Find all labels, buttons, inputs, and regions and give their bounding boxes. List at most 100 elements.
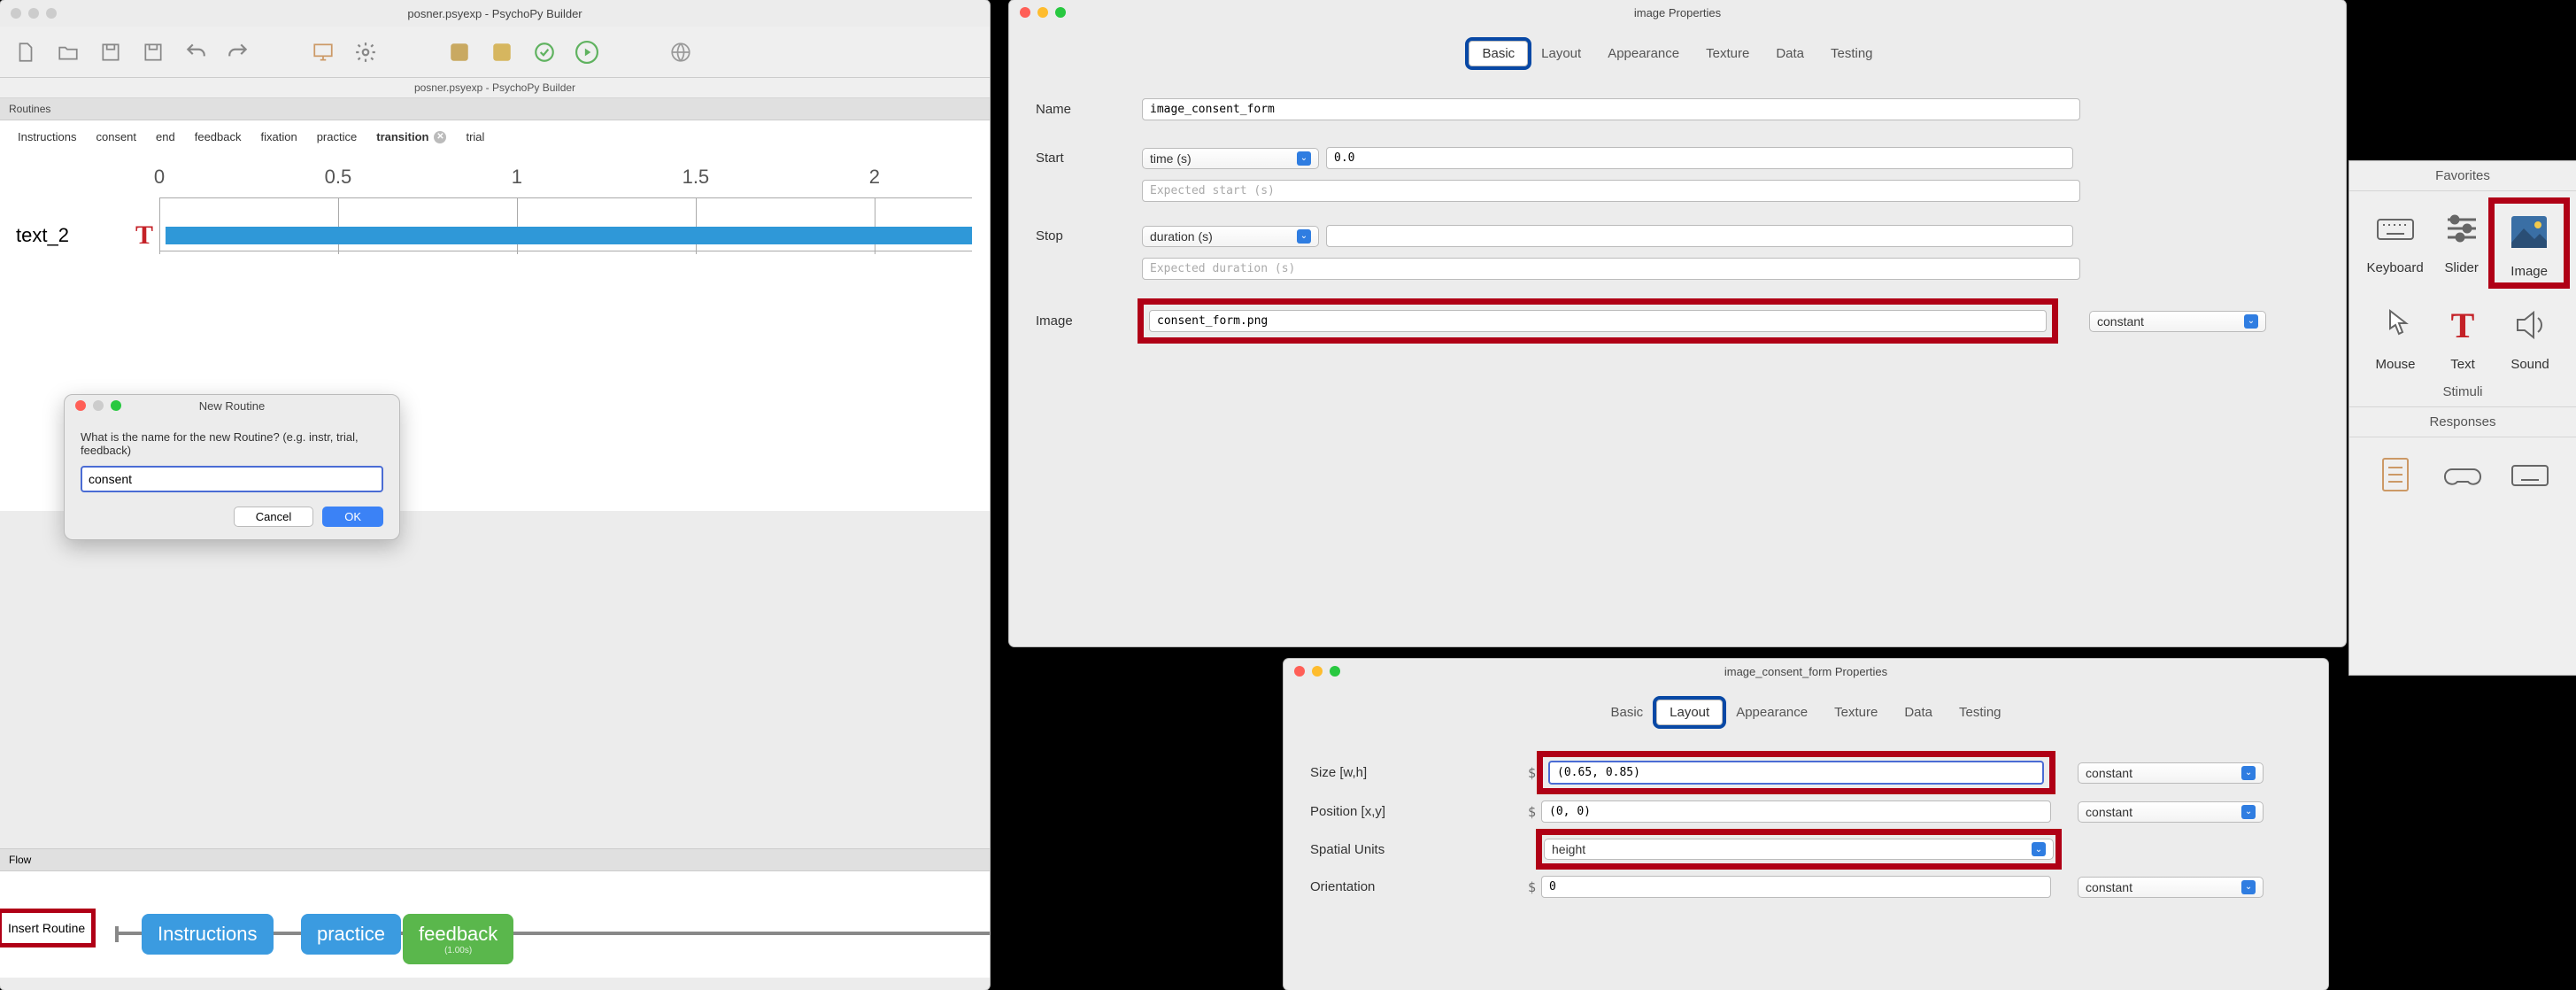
- expected-duration-input[interactable]: [1142, 258, 2080, 280]
- favorites-category-label: Favorites: [2349, 161, 2576, 191]
- position-input[interactable]: [1541, 801, 2051, 823]
- stop-value-input[interactable]: [1326, 225, 2073, 247]
- undo-icon[interactable]: [182, 39, 209, 66]
- component-image[interactable]: Image: [2495, 204, 2564, 282]
- tab-appearance[interactable]: Appearance: [1594, 41, 1693, 66]
- image-path-input[interactable]: [1149, 310, 2047, 332]
- tab-trial[interactable]: trial: [457, 126, 493, 148]
- tab-basic[interactable]: Basic: [1597, 700, 1656, 725]
- mouse-icon: [2371, 300, 2420, 350]
- component-slider[interactable]: Slider: [2428, 204, 2495, 282]
- cancel-button[interactable]: Cancel: [234, 507, 313, 527]
- globe-icon[interactable]: [667, 39, 694, 66]
- monitor-icon[interactable]: [310, 39, 336, 66]
- tab-transition[interactable]: transition✕: [367, 126, 455, 148]
- tab-basic[interactable]: Basic: [1469, 41, 1528, 66]
- stop-label: Stop: [1036, 228, 1142, 244]
- component-mouse[interactable]: Mouse: [2362, 300, 2429, 372]
- ruler-tick: 0.5: [325, 166, 352, 189]
- tab-feedback[interactable]: feedback: [186, 126, 251, 148]
- minimize-icon[interactable]: [1037, 7, 1048, 18]
- component-form[interactable]: [2362, 450, 2429, 499]
- tab-data[interactable]: Data: [1891, 700, 1946, 725]
- component-sound[interactable]: Sound: [2496, 300, 2564, 372]
- tab-instructions[interactable]: Instructions: [9, 126, 85, 148]
- component-timeline-bar[interactable]: [166, 227, 972, 244]
- tab-testing[interactable]: Testing: [1946, 700, 2015, 725]
- component-label: Keyboard: [2366, 260, 2423, 275]
- redo-icon[interactable]: [225, 39, 251, 66]
- start-label: Start: [1036, 151, 1142, 166]
- component-gamepad[interactable]: [2429, 450, 2496, 499]
- orientation-update-select[interactable]: constant⌄: [2078, 877, 2264, 898]
- tab-appearance[interactable]: Appearance: [1723, 700, 1821, 725]
- component-label: Sound: [2510, 357, 2549, 372]
- zoom-icon[interactable]: [46, 8, 57, 19]
- component-text[interactable]: T Text: [2429, 300, 2496, 372]
- routine-name-input[interactable]: [81, 466, 383, 492]
- insert-routine-button[interactable]: Insert Routine: [0, 911, 93, 945]
- tab-texture[interactable]: Texture: [1821, 700, 1891, 725]
- chevron-down-icon: ⌄: [2241, 880, 2256, 894]
- tab-consent[interactable]: consent: [87, 126, 145, 148]
- minimize-icon[interactable]: [28, 8, 39, 19]
- start-type-select[interactable]: time (s)⌄: [1142, 148, 1319, 169]
- tab-fixation[interactable]: fixation: [252, 126, 306, 148]
- ok-button[interactable]: OK: [322, 507, 383, 527]
- tab-end[interactable]: end: [147, 126, 184, 148]
- close-tab-icon[interactable]: ✕: [434, 131, 446, 143]
- dialog-title: image Properties: [1009, 6, 2346, 19]
- component-keyboard[interactable]: Keyboard: [2362, 204, 2428, 282]
- zoom-icon[interactable]: [111, 400, 121, 411]
- image-label: Image: [1036, 313, 1142, 329]
- close-icon[interactable]: [1294, 666, 1305, 677]
- orientation-input[interactable]: [1541, 876, 2051, 898]
- compile-py-icon[interactable]: [446, 39, 473, 66]
- name-input[interactable]: [1142, 98, 2080, 120]
- stop-type-select[interactable]: duration (s)⌄: [1142, 226, 1319, 247]
- close-icon[interactable]: [75, 400, 86, 411]
- properties-tabs: Basic Layout Appearance Texture Data Tes…: [1284, 684, 2328, 736]
- chevron-down-icon: ⌄: [2241, 766, 2256, 780]
- tab-layout[interactable]: Layout: [1528, 41, 1594, 66]
- tab-layout[interactable]: Layout: [1656, 700, 1723, 725]
- sync-icon[interactable]: [531, 39, 558, 66]
- settings-icon[interactable]: [352, 39, 379, 66]
- component-keyboard-response[interactable]: [2496, 450, 2564, 499]
- zoom-icon[interactable]: [1330, 666, 1340, 677]
- open-folder-icon[interactable]: [55, 39, 81, 66]
- tab-practice[interactable]: practice: [308, 126, 366, 148]
- zoom-icon[interactable]: [1055, 7, 1066, 18]
- dollar-icon: $: [1528, 804, 1536, 820]
- start-value-input[interactable]: [1326, 147, 2073, 169]
- image-update-select[interactable]: constant⌄: [2089, 311, 2266, 332]
- dialog-prompt: What is the name for the new Routine? (e…: [81, 430, 383, 457]
- save-as-icon[interactable]: [140, 39, 166, 66]
- ruler-tick: 2: [869, 166, 880, 189]
- size-update-select[interactable]: constant⌄: [2078, 762, 2264, 784]
- units-select[interactable]: height⌄: [1544, 839, 2054, 860]
- flow-node-instructions[interactable]: Instructions: [142, 914, 274, 955]
- dollar-icon: $: [1528, 879, 1536, 895]
- tab-testing[interactable]: Testing: [1817, 41, 1886, 66]
- builder-subtitle: posner.psyexp - PsychoPy Builder: [0, 78, 990, 98]
- run-icon[interactable]: [574, 39, 600, 66]
- flow-node-feedback[interactable]: feedback (1.00s): [403, 914, 513, 964]
- compile-js-icon[interactable]: [489, 39, 515, 66]
- tab-texture[interactable]: Texture: [1693, 41, 1762, 66]
- window-title: posner.psyexp - PsychoPy Builder: [0, 7, 990, 20]
- new-file-icon[interactable]: [12, 39, 39, 66]
- chevron-down-icon: ⌄: [1297, 151, 1311, 166]
- text-icon: T: [2438, 300, 2487, 350]
- size-input[interactable]: [1548, 761, 2044, 785]
- flow-node-practice[interactable]: practice: [301, 914, 401, 955]
- expected-start-input[interactable]: [1142, 180, 2080, 202]
- position-update-select[interactable]: constant⌄: [2078, 801, 2264, 823]
- save-icon[interactable]: [97, 39, 124, 66]
- component-row-text2[interactable]: text_2 T: [16, 213, 972, 258]
- close-icon[interactable]: [1020, 7, 1030, 18]
- close-icon[interactable]: [11, 8, 21, 19]
- minimize-icon[interactable]: [1312, 666, 1323, 677]
- tab-data[interactable]: Data: [1762, 41, 1817, 66]
- routine-tabs: Instructions consent end feedback fixati…: [0, 120, 990, 148]
